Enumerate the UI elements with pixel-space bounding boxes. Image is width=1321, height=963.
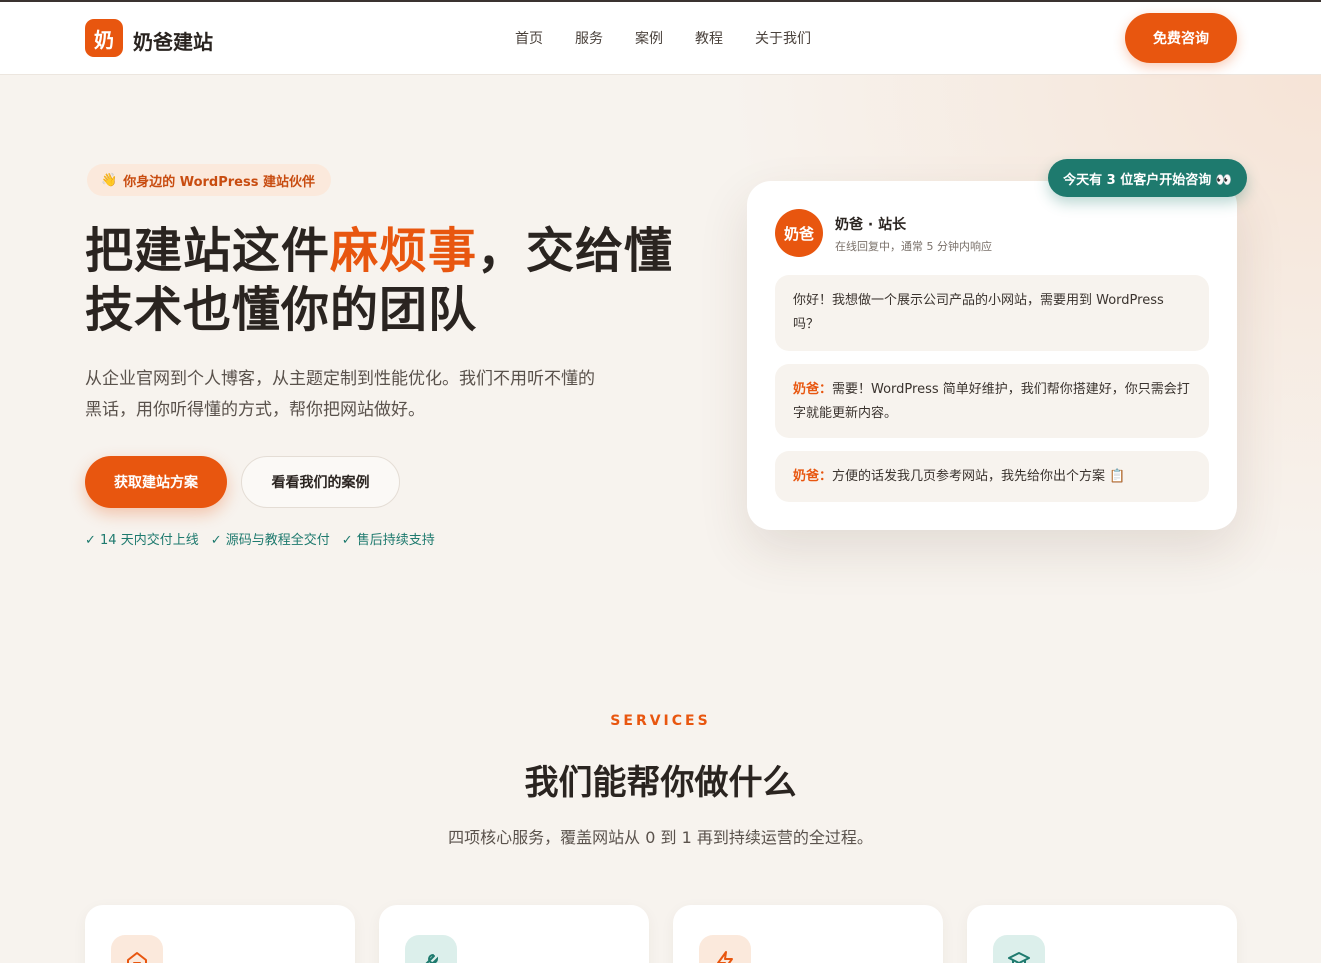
- nav-tutorials[interactable]: 教程: [695, 28, 723, 48]
- view-cases-button[interactable]: 看看我们的案例: [241, 456, 400, 508]
- service-card[interactable]: [85, 905, 355, 963]
- hero-badge: 👋 你身边的 WordPress 建站伙伴: [87, 164, 331, 196]
- wave-hand-icon: 👋: [101, 172, 118, 188]
- chat-message: 奶爸：需要！WordPress 简单好维护，我们帮你搭建好，你只需会打字就能更新…: [775, 364, 1209, 438]
- chat-preview-card: 奶爸 奶爸 · 站长 在线回复中，通常 5 分钟内响应 你好！我想做一个展示公司…: [747, 181, 1237, 530]
- site-header: 奶 奶爸建站 首页 服务 案例 教程 关于我们 免费咨询: [0, 2, 1321, 75]
- chat-message-sender: 奶爸：: [793, 382, 833, 397]
- chat-message-text: 需要！WordPress 简单好维护，我们帮你搭建好，你只需会打字就能更新内容。: [793, 382, 1190, 421]
- chat-message-text: 你好！我想做一个展示公司产品的小网站，需要用到 WordPress 吗？: [793, 293, 1164, 332]
- hero-checklist: ✓ 14 天内交付上线 ✓ 源码与教程全交付 ✓ 售后持续支持: [85, 529, 435, 548]
- free-consult-button[interactable]: 免费咨询: [1125, 13, 1237, 63]
- hero-title-highlight: 麻烦事: [330, 223, 478, 279]
- avatar: 奶爸: [775, 209, 823, 257]
- service-card[interactable]: [673, 905, 943, 963]
- get-plan-button[interactable]: 获取建站方案: [85, 456, 227, 508]
- consult-count-badge: 今天有 3 位客户开始咨询 👀: [1048, 159, 1247, 197]
- main-nav: 首页 服务 案例 教程 关于我们: [515, 28, 843, 48]
- wrench-icon: [405, 935, 457, 963]
- chat-status: 在线回复中，通常 5 分钟内响应: [835, 240, 992, 253]
- home-icon: [111, 935, 163, 963]
- nav-services[interactable]: 服务: [575, 28, 603, 48]
- check-item: ✓ 源码与教程全交付: [210, 533, 330, 548]
- nav-about[interactable]: 关于我们: [755, 28, 811, 48]
- logo-icon[interactable]: 奶: [85, 19, 123, 57]
- chat-message-sender: 奶爸：: [793, 469, 833, 484]
- chat-name: 奶爸 · 站长: [835, 217, 907, 233]
- services-subtitle: 四项核心服务，覆盖网站从 0 到 1 再到持续运营的全过程。: [448, 828, 873, 847]
- check-item: ✓ 售后持续支持: [341, 533, 435, 548]
- chat-message-text: 方便的话发我几页参考网站，我先给你出个方案 📋: [832, 469, 1126, 484]
- nav-cases[interactable]: 案例: [635, 28, 663, 48]
- brand-name[interactable]: 奶爸建站: [133, 26, 213, 55]
- chat-message: 奶爸：方便的话发我几页参考网站，我先给你出个方案 📋: [775, 451, 1209, 502]
- hero-subtitle: 从企业官网到个人博客，从主题定制到性能优化。我们不用听不懂的黑话，用你听得懂的方…: [85, 369, 595, 420]
- check-item: ✓ 14 天内交付上线: [85, 533, 199, 548]
- service-card[interactable]: [379, 905, 649, 963]
- hero-title-part1: 把建站这件: [85, 223, 331, 279]
- chat-message: 你好！我想做一个展示公司产品的小网站，需要用到 WordPress 吗？: [775, 275, 1209, 351]
- hero-title: 把建站这件麻烦事，交给懂技术也懂你的团队: [85, 222, 705, 340]
- nav-home[interactable]: 首页: [515, 28, 543, 48]
- services-label: SERVICES: [610, 713, 711, 729]
- hero-badge-text: 你身边的 WordPress 建站伙伴: [123, 174, 315, 190]
- services-title: 我们能帮你做什么: [524, 763, 797, 803]
- lightning-icon: [699, 935, 751, 963]
- service-card[interactable]: [967, 905, 1237, 963]
- graduation-cap-icon: [993, 935, 1045, 963]
